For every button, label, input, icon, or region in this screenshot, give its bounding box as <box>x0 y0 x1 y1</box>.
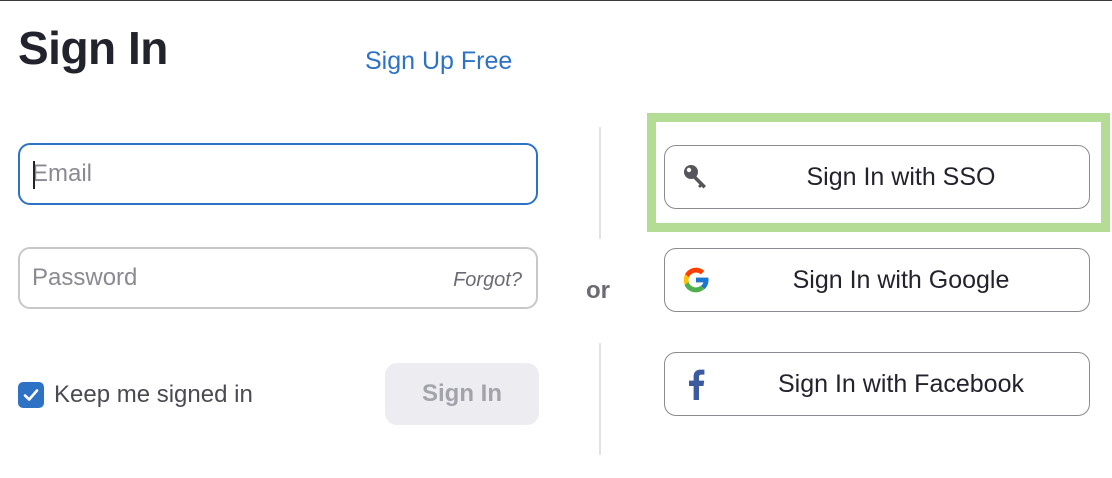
google-icon <box>679 263 713 297</box>
sign-in-with-facebook-button[interactable]: Sign In with Facebook <box>664 352 1090 416</box>
google-button-label: Sign In with Google <box>792 265 1010 294</box>
text-cursor <box>33 161 35 189</box>
keep-signed-in-checkbox[interactable] <box>18 382 44 408</box>
keep-signed-in-row: Keep me signed in <box>18 381 253 409</box>
sign-in-button[interactable]: Sign In <box>385 363 539 425</box>
vertical-divider-top <box>599 127 601 239</box>
forgot-password-link[interactable]: Forgot? <box>453 269 522 292</box>
vertical-divider-bottom <box>599 343 601 455</box>
sign-in-with-sso-button[interactable]: Sign In with SSO <box>664 145 1090 209</box>
sign-up-free-link[interactable]: Sign Up Free <box>365 47 512 76</box>
sso-button-label: Sign In with SSO <box>806 162 996 191</box>
key-icon <box>679 160 713 194</box>
email-field[interactable] <box>18 143 538 205</box>
keep-signed-in-label: Keep me signed in <box>54 381 253 408</box>
page-title: Sign In <box>18 22 168 74</box>
sign-in-page: Sign In Sign Up Free Forgot? Keep me sig… <box>0 0 1112 478</box>
checkmark-icon <box>23 389 39 401</box>
or-separator: or <box>586 277 610 304</box>
sign-in-with-google-button[interactable]: Sign In with Google <box>664 248 1090 312</box>
password-input[interactable] <box>32 249 412 307</box>
password-field[interactable]: Forgot? <box>18 247 538 309</box>
facebook-button-label: Sign In with Facebook <box>778 369 1024 398</box>
facebook-icon <box>679 367 713 401</box>
email-input[interactable] <box>32 145 412 203</box>
